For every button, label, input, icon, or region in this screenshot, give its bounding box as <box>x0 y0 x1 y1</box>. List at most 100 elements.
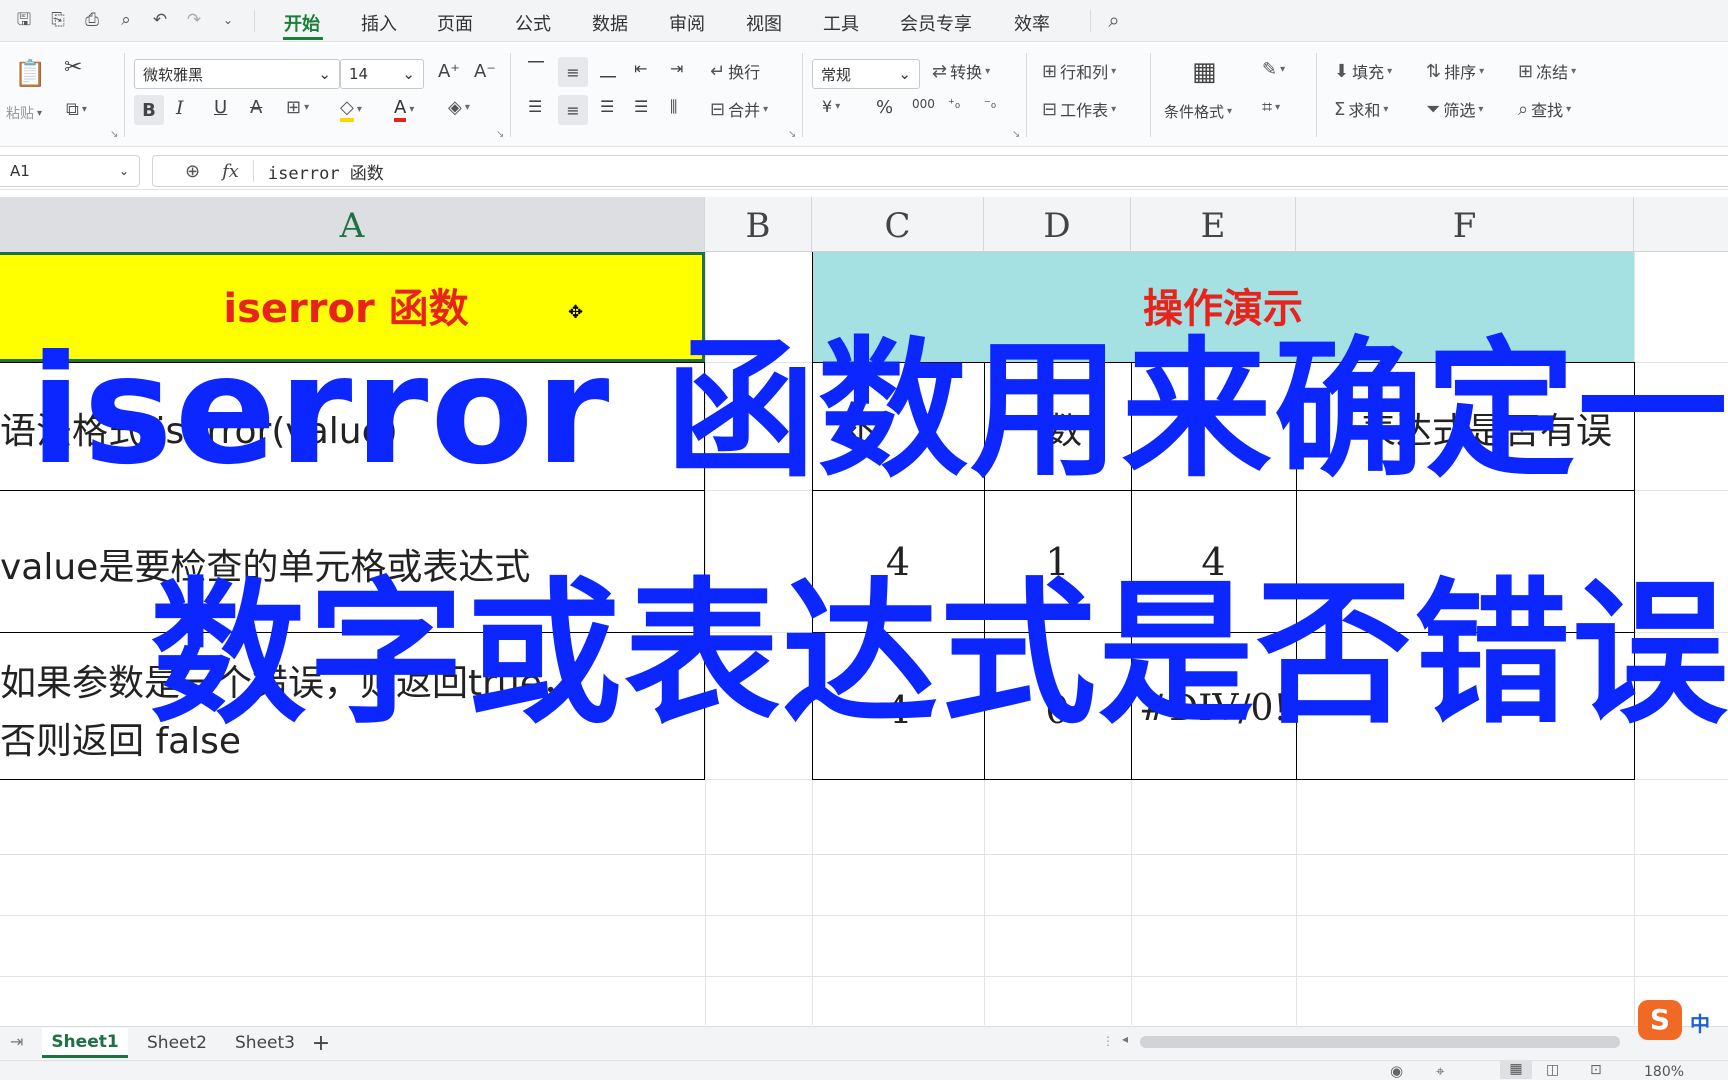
column-header-d[interactable]: D <box>984 197 1131 252</box>
distribute-icon[interactable]: ⫼ <box>670 97 677 117</box>
decrease-indent-icon[interactable]: ⇤ <box>634 59 647 78</box>
print-preview-icon[interactable]: ⌕ <box>114 8 138 32</box>
italic-button[interactable]: I <box>176 97 184 119</box>
align-center-icon[interactable]: ≡ <box>558 95 588 125</box>
eye-protection-icon[interactable]: ◉ <box>1390 1062 1403 1080</box>
clipboard-expand-icon[interactable]: ↘ <box>110 129 118 140</box>
row-col-button[interactable]: ⊞ 行和列 ▾ <box>1042 59 1116 83</box>
decrease-font-icon[interactable]: A⁻ <box>474 61 496 82</box>
sort-button[interactable]: ⇅ 排序 ▾ <box>1426 59 1484 83</box>
scroll-left-icon[interactable]: ◂ <box>1122 1032 1128 1046</box>
align-right-icon[interactable]: ☰ <box>600 97 614 116</box>
page-break-icon[interactable]: ⊡ <box>1590 1062 1602 1078</box>
merge-button[interactable]: ⊟ 合并 ▾ <box>710 97 768 121</box>
save-icon[interactable]: 🖫 <box>12 8 36 32</box>
font-color-button[interactable]: A ▾ <box>394 97 414 122</box>
menu-tab-insert[interactable]: 插入 <box>361 10 397 36</box>
menu-tab-home[interactable]: 开始 <box>284 10 320 36</box>
find-button[interactable]: ⌕ 查找 ▾ <box>1518 97 1571 121</box>
increase-font-icon[interactable]: A⁺ <box>438 61 460 82</box>
fill-color-button[interactable]: ◇ ▾ <box>340 97 362 122</box>
row-col-icon: ⊞ <box>1042 60 1058 82</box>
undo-icon[interactable]: ↶ <box>148 8 172 32</box>
increase-indent-icon[interactable]: ⇥ <box>670 59 683 78</box>
font-name-select[interactable]: 微软雅黑 ⌄ <box>134 59 340 89</box>
quick-access-chevron-icon[interactable]: ⌄ <box>216 8 240 32</box>
cut-icon[interactable]: ✂ <box>64 55 82 80</box>
add-sheet-button[interactable]: + <box>308 1028 334 1058</box>
conditional-format-button[interactable]: 条件格式 ▾ <box>1164 101 1232 122</box>
cell-style-button[interactable]: ✎ ▾ <box>1262 59 1285 80</box>
view-mode-icon[interactable]: ⌖ <box>1436 1062 1444 1080</box>
menu-tab-review[interactable]: 审阅 <box>669 10 705 36</box>
bold-button[interactable]: B <box>134 95 164 125</box>
alignment-expand-icon[interactable]: ↘ <box>788 129 796 140</box>
column-header-b[interactable]: B <box>705 197 812 252</box>
underline-button[interactable]: U <box>214 97 227 118</box>
normal-view-icon[interactable]: ▦ <box>1500 1061 1532 1079</box>
menu-tab-view[interactable]: 视图 <box>746 10 782 36</box>
sum-button[interactable]: Σ 求和 ▾ <box>1334 97 1388 121</box>
wrap-text-button[interactable]: ↵ 换行 <box>710 59 760 83</box>
percent-button[interactable]: % <box>876 97 893 118</box>
column-header-c[interactable]: C <box>812 197 984 252</box>
search-icon[interactable]: ⌕ <box>1102 8 1126 32</box>
menu-tab-member[interactable]: 会员专享 <box>900 10 972 36</box>
print-icon[interactable]: ⎙ <box>80 8 104 32</box>
align-top-icon[interactable]: ⎺ <box>528 59 544 79</box>
freeze-button[interactable]: ⊞ 冻结 ▾ <box>1518 59 1576 83</box>
copy-button[interactable]: ⧉ ▾ <box>66 99 87 120</box>
decrease-decimal-icon[interactable]: ⁻₀ <box>984 97 996 112</box>
last-sheet-icon[interactable]: ⇥ <box>10 1032 23 1051</box>
fill-button[interactable]: ⬇ 填充 ▾ <box>1334 59 1392 83</box>
name-box[interactable]: A1 ⌄ <box>0 155 140 187</box>
column-header-e[interactable]: E <box>1131 197 1296 252</box>
number-format-select[interactable]: 常规 ⌄ <box>812 59 920 89</box>
fx-icon[interactable]: fx <box>222 161 239 182</box>
sheet-tab-2[interactable]: Sheet2 <box>134 1028 220 1058</box>
column-header-f[interactable]: F <box>1296 197 1634 252</box>
zoom-formula-icon[interactable]: ⊕ <box>185 161 200 182</box>
horizontal-scrollbar[interactable] <box>1140 1036 1620 1048</box>
currency-button[interactable]: ¥ ▾ <box>822 97 840 116</box>
number-expand-icon[interactable]: ↘ <box>1012 129 1020 140</box>
worksheet-button[interactable]: ⊟ 工作表 ▾ <box>1042 97 1116 121</box>
increase-decimal-icon[interactable]: ⁺₀ <box>948 97 960 112</box>
column-header-a[interactable]: A <box>0 197 705 252</box>
align-middle-icon[interactable]: ≡ <box>558 57 588 87</box>
strikethrough-button[interactable]: A <box>250 97 262 118</box>
convert-button[interactable]: ⇄ 转换 ▾ <box>932 59 990 83</box>
menu-tab-formula[interactable]: 公式 <box>515 10 551 36</box>
menu-bar: 🖫 ⎘ ⎙ ⌕ ↶ ↷ ⌄ 开始 插入 页面 公式 数据 审阅 视图 工具 会员… <box>0 0 1728 42</box>
sheet-tab-3[interactable]: Sheet3 <box>222 1028 308 1058</box>
menu-tab-page[interactable]: 页面 <box>437 10 473 36</box>
sheet-tab-1[interactable]: Sheet1 <box>42 1028 128 1058</box>
ime-mode-label[interactable]: 中 <box>1690 1008 1710 1037</box>
share-icon[interactable]: ⎘ <box>46 8 70 32</box>
filter-button[interactable]: ⏷ 筛选 ▾ <box>1426 97 1483 121</box>
currency-symbol: ¥ <box>822 97 833 116</box>
thousands-button[interactable]: 000 <box>912 97 935 111</box>
font-size-select[interactable]: 14 ⌄ <box>340 59 424 89</box>
page-layout-icon[interactable]: ◫ <box>1546 1062 1559 1078</box>
ime-logo-icon[interactable]: S <box>1638 1000 1682 1040</box>
paste-button[interactable]: 粘贴 ▾ <box>6 103 42 123</box>
format-button[interactable]: ⌗ ▾ <box>1262 97 1280 118</box>
menu-tab-tools[interactable]: 工具 <box>823 10 859 36</box>
column-header-g[interactable] <box>1634 197 1728 252</box>
menu-tab-data[interactable]: 数据 <box>592 10 628 36</box>
border-button[interactable]: ⊞ ▾ <box>286 97 309 118</box>
justify-icon[interactable]: ☰ <box>634 97 648 116</box>
caption-line-2: 数字或表达式是否错误 <box>150 563 1728 745</box>
font-expand-icon[interactable]: ↘ <box>496 129 504 140</box>
zoom-level[interactable]: 180% <box>1644 1064 1684 1080</box>
column-headers: A B C D E F <box>0 197 1728 252</box>
clear-format-button[interactable]: ◈ ▾ <box>448 97 470 118</box>
formula-input[interactable]: ⊕ fx iserror 函数 <box>152 155 1728 187</box>
paste-icon[interactable]: 📋 <box>14 59 46 89</box>
menu-tab-efficiency[interactable]: 效率 <box>1014 10 1050 36</box>
align-left-icon[interactable]: ☰ <box>528 97 542 116</box>
redo-icon[interactable]: ↷ <box>182 8 206 32</box>
align-bottom-icon[interactable]: ⎽ <box>600 59 616 79</box>
conditional-format-icon[interactable]: ▦ <box>1192 57 1217 87</box>
